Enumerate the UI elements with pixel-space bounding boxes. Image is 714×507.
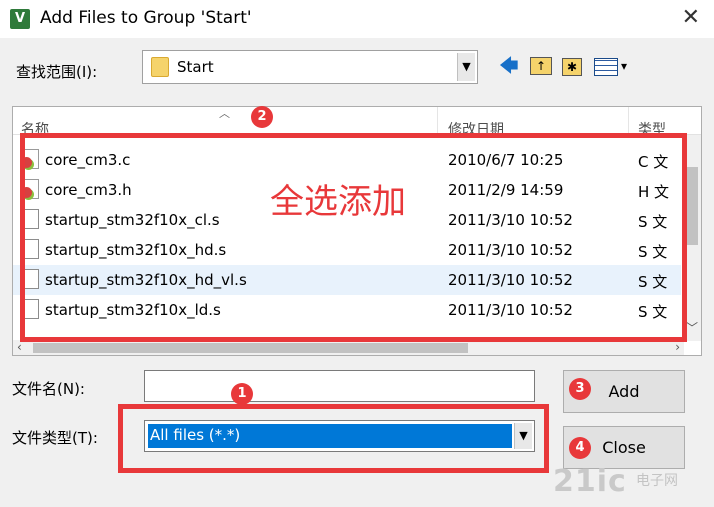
chevron-down-icon[interactable]: ▼ bbox=[457, 53, 475, 81]
folder-icon bbox=[151, 57, 169, 77]
annotation-text: 全选添加 bbox=[270, 182, 406, 222]
new-folder-icon[interactable]: ✱ bbox=[562, 58, 582, 76]
column-divider[interactable] bbox=[628, 107, 629, 135]
file-type-label: 文件类型(T): bbox=[12, 429, 98, 447]
view-menu-icon[interactable] bbox=[594, 58, 618, 76]
up-folder-icon[interactable]: ↑ bbox=[530, 57, 552, 75]
annotation-badge: 4 bbox=[569, 437, 591, 459]
title-bar: V Add Files to Group 'Start' ✕ bbox=[0, 0, 714, 38]
horizontal-scroll-thumb[interactable] bbox=[33, 343, 468, 353]
view-menu-dropdown-icon[interactable]: ▾ bbox=[621, 55, 627, 77]
column-divider[interactable] bbox=[437, 107, 438, 135]
file-name-input[interactable] bbox=[144, 370, 535, 402]
window-close-icon[interactable]: ✕ bbox=[682, 5, 700, 30]
app-logo-icon: V bbox=[10, 9, 30, 29]
watermark-logo: 21ic bbox=[553, 464, 627, 499]
horizontal-scrollbar[interactable]: ‹ › bbox=[13, 340, 684, 355]
window-title: Add Files to Group 'Start' bbox=[40, 8, 252, 28]
annotation-box-file-list bbox=[20, 133, 687, 342]
sort-ascending-icon: ︿ bbox=[219, 107, 230, 120]
list-header: ︿ 名称 修改日期 类型 bbox=[13, 107, 701, 138]
look-in-label: 查找范围(I): bbox=[16, 63, 98, 81]
watermark-text: 电子网 bbox=[636, 473, 678, 489]
scroll-left-icon[interactable]: ‹ bbox=[17, 340, 22, 354]
annotation-badge: 1 bbox=[231, 383, 253, 405]
annotation-badge: 3 bbox=[569, 378, 591, 400]
annotation-box-file-type bbox=[118, 404, 549, 473]
annotation-badge: 2 bbox=[251, 106, 273, 128]
scroll-right-icon[interactable]: › bbox=[675, 340, 680, 354]
look-in-dropdown[interactable]: Start ▼ bbox=[142, 50, 478, 84]
scroll-down-icon[interactable]: ﹀ bbox=[686, 319, 698, 336]
vertical-scroll-thumb[interactable] bbox=[687, 167, 698, 245]
back-arrow-icon[interactable]: 🡄 bbox=[499, 55, 519, 77]
look-in-value: Start bbox=[177, 58, 214, 76]
file-name-label: 文件名(N): bbox=[12, 380, 85, 398]
